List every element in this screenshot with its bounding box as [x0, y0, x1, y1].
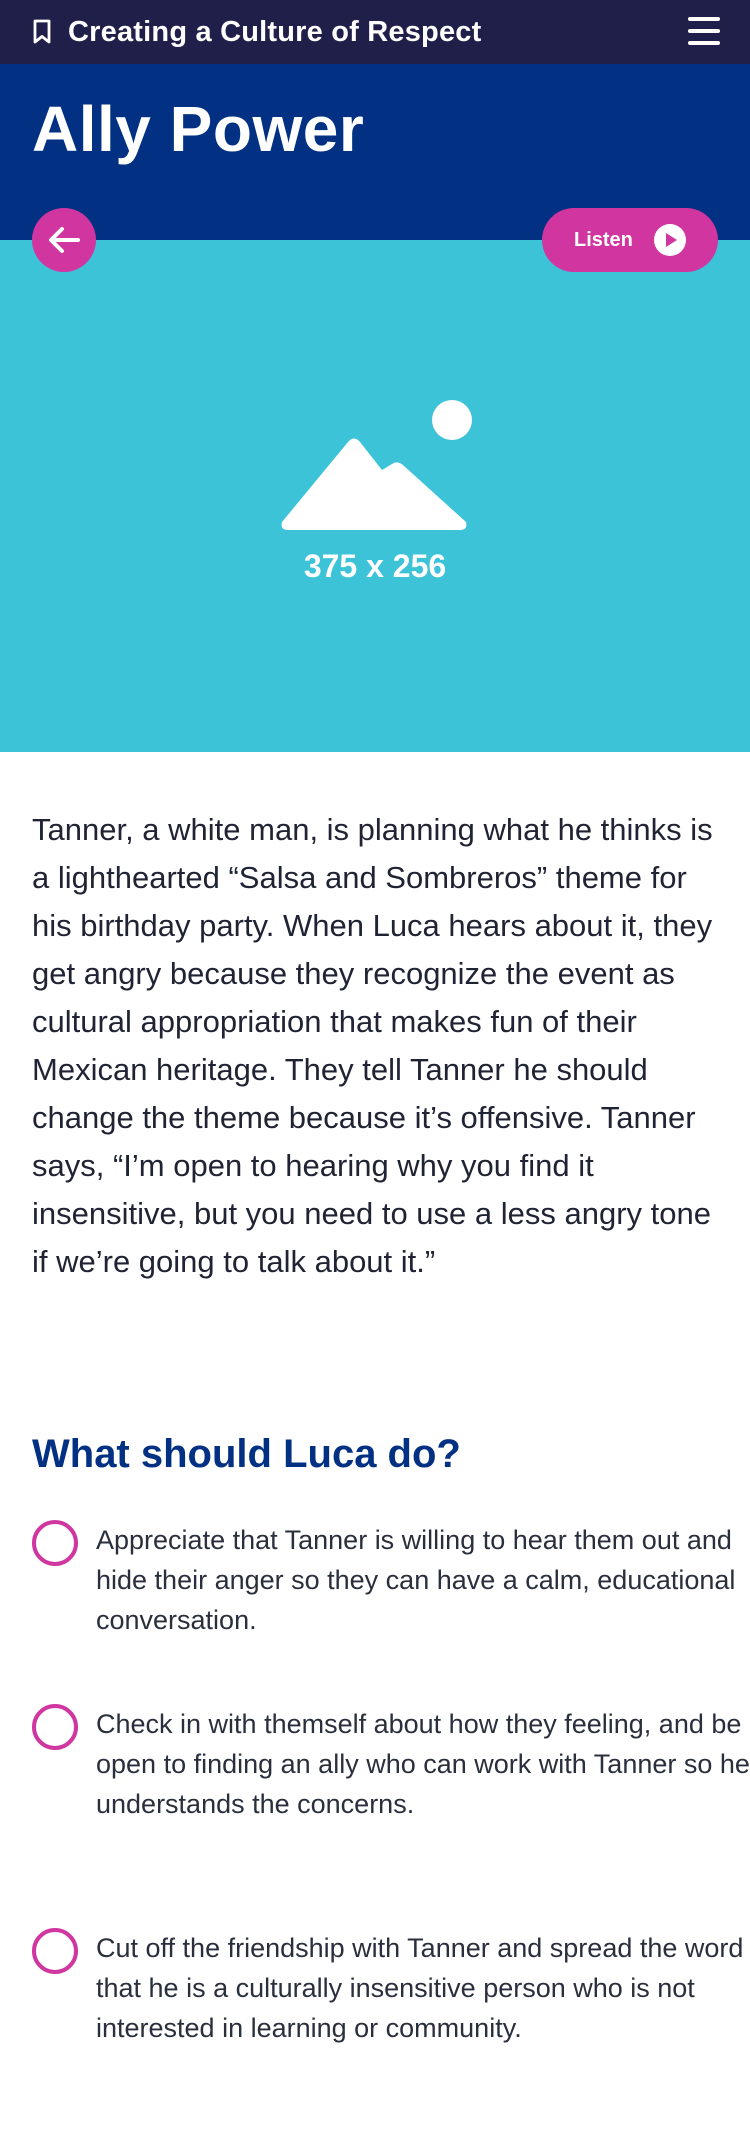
radio-button[interactable]	[32, 1520, 78, 1566]
answer-option-2[interactable]: Check in with themself about how they fe…	[32, 1704, 750, 1874]
placeholder-size-label: 375 x 256	[303, 548, 447, 584]
radio-button[interactable]	[32, 1704, 78, 1750]
answer-option-label: Cut off the friendship with Tanner and s…	[96, 1933, 744, 2043]
bookmark-icon[interactable]	[32, 18, 54, 46]
top-bar: Creating a Culture of Respect	[0, 0, 750, 64]
course-title: Creating a Culture of Respect	[68, 15, 482, 48]
hamburger-menu-icon[interactable]	[688, 17, 720, 45]
radio-button[interactable]	[32, 1928, 78, 1974]
answer-option-3[interactable]: Cut off the friendship with Tanner and s…	[32, 1928, 743, 2098]
listen-label: Listen	[574, 228, 633, 251]
answer-option-1[interactable]: Appreciate that Tanner is willing to hea…	[32, 1520, 735, 1650]
question-heading: What should Luca do?	[32, 1432, 461, 1476]
back-button[interactable]	[32, 208, 96, 272]
play-icon	[654, 224, 686, 256]
image-placeholder-icon	[281, 400, 472, 530]
answer-option-label: Check in with themself about how they fe…	[96, 1709, 750, 1819]
hero-image-placeholder: 375 x 256	[0, 240, 750, 752]
answer-option-label: Appreciate that Tanner is willing to hea…	[96, 1525, 736, 1635]
page-title: Ally Power	[32, 93, 365, 165]
listen-button[interactable]: Listen	[542, 208, 718, 272]
arrow-left-icon	[49, 227, 80, 253]
story-text: Tanner, a white man, is planning what he…	[32, 812, 713, 1279]
